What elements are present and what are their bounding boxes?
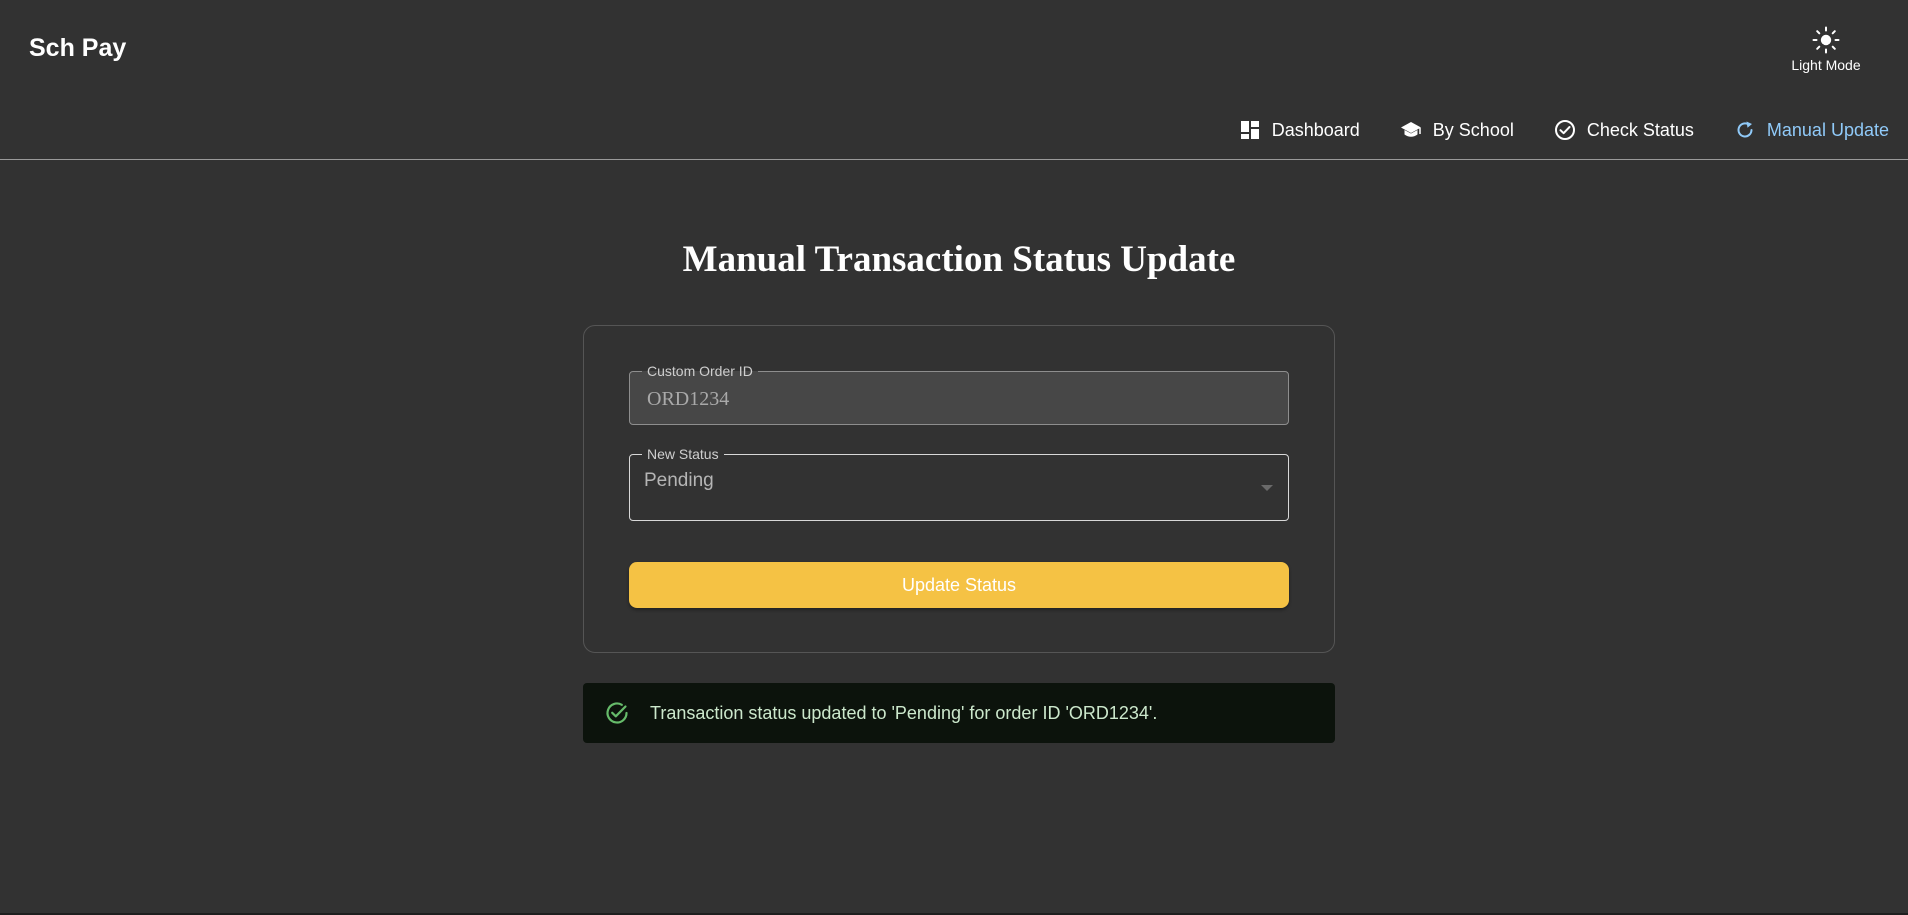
update-form-card: Custom Order ID New Status Pending Updat… [583,325,1335,653]
status-select[interactable]: New Status Pending [629,446,1289,521]
app-title[interactable]: Sch Pay [29,34,126,63]
sun-icon [1812,26,1840,54]
app-header: Sch Pay Light Mode Dashboard By School C… [0,0,1908,160]
dropdown-arrow-icon[interactable] [1261,485,1273,491]
nav-item-label: By School [1432,119,1514,140]
status-selected-value: Pending [644,470,714,491]
check-circle-icon [1554,119,1576,141]
order-id-input[interactable] [647,388,1267,411]
nav-item-label: Dashboard [1271,119,1360,140]
nav-item-label: Check Status [1586,119,1694,140]
order-id-label: Custom Order ID [642,363,758,379]
nav-item-by-school[interactable]: By School [1400,119,1514,141]
refresh-icon [1734,119,1756,141]
school-icon [1400,119,1422,141]
success-alert: Transaction status updated to 'Pending' … [583,683,1335,743]
status-label: New Status [642,446,724,462]
success-check-icon [604,700,630,726]
page-title: Manual Transaction Status Update [682,239,1236,280]
dashboard-icon [1239,119,1261,141]
update-status-button[interactable]: Update Status [629,562,1289,608]
theme-toggle-button[interactable]: Light Mode [1771,26,1881,80]
theme-toggle-label: Light Mode [1791,57,1861,73]
main-nav: Dashboard By School Check Status Manual … [1199,116,1889,144]
nav-item-dashboard[interactable]: Dashboard [1239,119,1360,141]
alert-message: Transaction status updated to 'Pending' … [650,702,1158,723]
nav-item-manual-update[interactable]: Manual Update [1734,119,1889,141]
nav-item-check-status[interactable]: Check Status [1554,119,1694,141]
nav-item-label: Manual Update [1766,119,1889,140]
order-id-field[interactable]: Custom Order ID [629,363,1289,425]
